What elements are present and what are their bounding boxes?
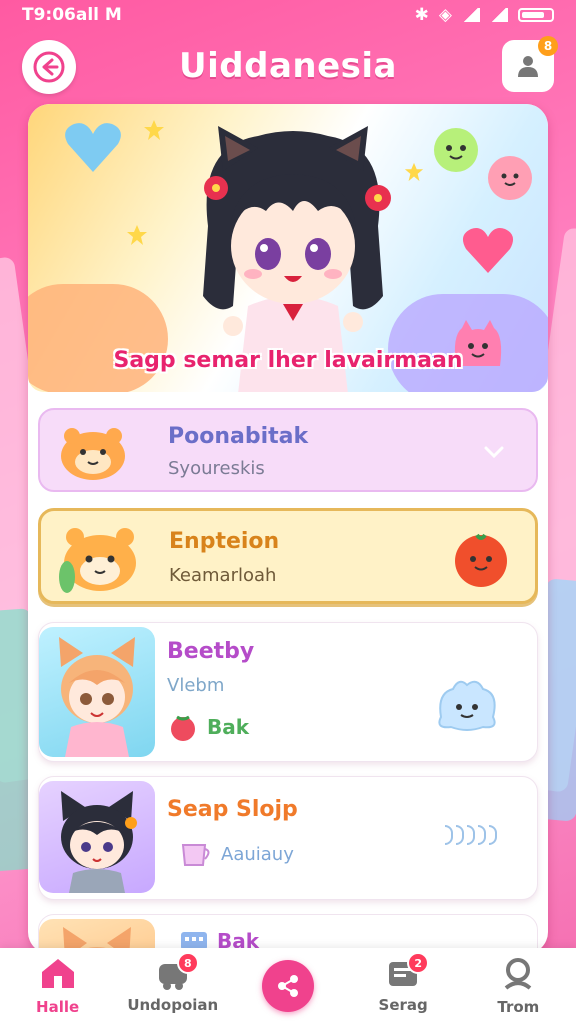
item-subtitle: Keamarloah bbox=[169, 565, 277, 586]
strawberry-icon bbox=[171, 715, 195, 741]
item-title: Beetby bbox=[167, 639, 255, 664]
battery-icon bbox=[518, 8, 554, 22]
share-button[interactable] bbox=[261, 960, 314, 1012]
status-bar: T9:06all M ✱ ◈ bbox=[0, 0, 576, 30]
chevron-down-icon[interactable] bbox=[482, 440, 506, 464]
nav-badge: 8 bbox=[176, 952, 199, 974]
nav-messages[interactable]: 2 Serag bbox=[353, 952, 453, 1014]
wifi-icon: ◈ bbox=[438, 5, 452, 25]
fox-girl-character-icon bbox=[59, 637, 135, 757]
content-panel: Sagp semar lher lavairmaan Poonabitak Sy… bbox=[28, 104, 548, 954]
item-title: Poonabitak bbox=[168, 424, 309, 449]
nav-badge: 2 bbox=[407, 952, 430, 974]
profile-button[interactable]: 8 bbox=[502, 36, 558, 92]
item-thumbnail bbox=[39, 781, 155, 893]
home-icon bbox=[41, 959, 74, 988]
item-tag-label: Bak bbox=[207, 715, 250, 739]
nav-profile[interactable]: Trom bbox=[468, 956, 568, 1016]
nav-label: Halle bbox=[36, 998, 80, 1016]
share-icon bbox=[277, 975, 298, 997]
slime-mascot-icon bbox=[434, 128, 478, 172]
status-time: T9:06all M bbox=[22, 5, 122, 25]
item-tag: Aauiauy bbox=[179, 839, 294, 869]
status-icons: ✱ ◈ bbox=[415, 5, 554, 25]
nav-games[interactable]: 8 Undopoian bbox=[123, 952, 223, 1014]
item-thumbnail bbox=[39, 627, 155, 757]
nav-label: Serag bbox=[378, 996, 428, 1014]
nav-icon-wrap: 8 bbox=[153, 952, 199, 992]
cat-girl-character-icon bbox=[61, 791, 137, 893]
nav-label: Trom bbox=[497, 998, 540, 1016]
app-header: Uiddanesia 8 bbox=[0, 36, 576, 100]
hero-banner[interactable]: Sagp semar lher lavairmaan bbox=[28, 104, 548, 392]
item-title: Seap Slojp bbox=[167, 797, 298, 822]
item-tag: Bak bbox=[167, 711, 249, 743]
item-subtitle: Vlebm bbox=[167, 675, 225, 696]
list-item[interactable]: Beetby Vlebm Bak bbox=[38, 622, 538, 762]
signal-waves-icon bbox=[445, 825, 497, 845]
list-item-selected[interactable]: Enpteion Keamarloah bbox=[38, 508, 538, 604]
bluetooth-icon: ✱ bbox=[414, 5, 429, 25]
nav-center[interactable] bbox=[238, 960, 338, 1012]
bottom-nav: Halle 8 Undopoian 2 Serag Trom bbox=[0, 948, 576, 1024]
heart-icon bbox=[65, 123, 121, 172]
nav-home[interactable]: Halle bbox=[8, 956, 108, 1016]
profile-badge: 8 bbox=[538, 36, 558, 56]
hamster-mascot-icon bbox=[61, 428, 125, 480]
blue-slime-icon bbox=[438, 680, 496, 731]
hero-caption: Sagp semar lher lavairmaan bbox=[113, 348, 463, 373]
user-icon bbox=[518, 56, 538, 77]
item-tag-label: Aauiauy bbox=[221, 843, 294, 865]
cup-icon bbox=[181, 844, 210, 866]
item-subtitle: Syoureskis bbox=[168, 458, 265, 479]
item-title: Enpteion bbox=[169, 529, 280, 554]
tomato-mascot-icon bbox=[455, 533, 507, 587]
list-item[interactable]: Poonabitak Syoureskis bbox=[38, 408, 538, 492]
page-title: Uiddanesia bbox=[179, 46, 397, 86]
nav-icon-wrap: 2 bbox=[383, 952, 430, 992]
signal-icon bbox=[462, 8, 480, 22]
flower-mascot-icon bbox=[488, 156, 532, 200]
star-icon bbox=[144, 120, 164, 140]
signal-icon-2 bbox=[490, 8, 508, 22]
search-user-icon bbox=[505, 958, 532, 990]
hamster-mascot-icon bbox=[59, 528, 136, 593]
star-icon bbox=[127, 225, 147, 245]
nav-label: Undopoian bbox=[127, 996, 219, 1014]
heart-icon bbox=[462, 228, 514, 273]
cloud-decoration bbox=[28, 284, 168, 392]
list-item[interactable]: Seap Slojp Aauiauy bbox=[38, 776, 538, 900]
